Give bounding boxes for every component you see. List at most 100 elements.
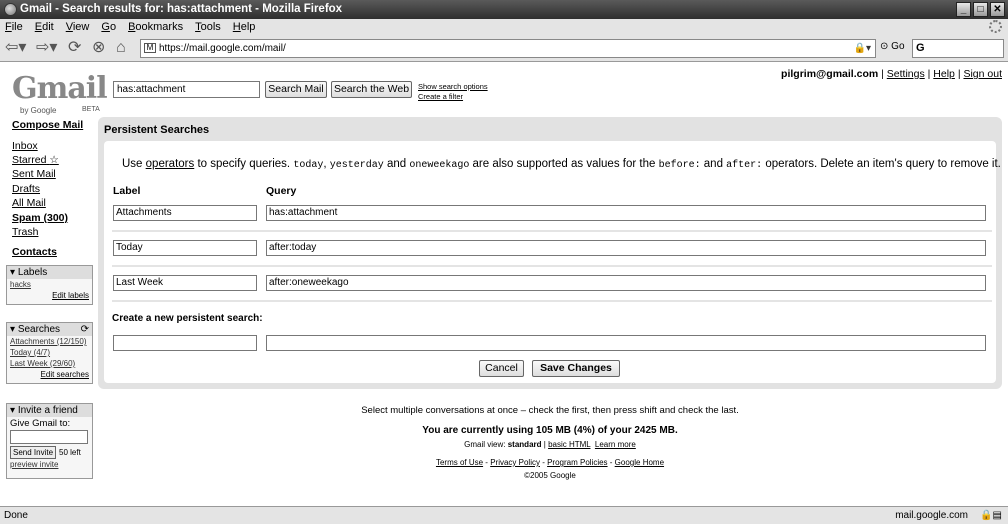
copyright: ©2005 Google: [524, 471, 576, 480]
address-bar[interactable]: Mhttps://mail.google.com/mail/ 🔒▾: [140, 39, 876, 58]
query-field-2[interactable]: after:today: [266, 240, 986, 256]
label-field-2[interactable]: Today: [113, 240, 257, 256]
search-web-button[interactable]: Search the Web: [331, 81, 412, 98]
privacy-link[interactable]: Privacy Policy: [490, 458, 540, 467]
basic-html-link[interactable]: basic HTML: [548, 440, 590, 449]
terms-link[interactable]: Terms of Use: [436, 458, 483, 467]
window-title: Gmail - Search results for: has:attachme…: [20, 3, 343, 15]
starred-label: Starred: [12, 154, 47, 166]
sidebar-item-inbox[interactable]: Inbox: [12, 140, 38, 152]
view-standard: standard: [507, 440, 542, 449]
labels-box: ▾ Labels hacks Edit labels: [6, 265, 93, 305]
menu-edit[interactable]: Edit: [35, 19, 54, 35]
operators-link[interactable]: operators: [146, 158, 195, 170]
sidebar-item-drafts[interactable]: Drafts: [12, 183, 40, 195]
google-home-link[interactable]: Google Home: [615, 458, 664, 467]
send-invite-button[interactable]: Send Invite: [10, 446, 57, 459]
stop-icon[interactable]: ⊗: [92, 39, 105, 57]
label-item-hacks[interactable]: hacks: [7, 279, 92, 290]
status-text: Done: [4, 510, 28, 521]
help-code: after:: [726, 160, 763, 171]
help-text: Use operators to specify queries. today,…: [122, 158, 1001, 171]
search-item-today[interactable]: Today (4/7): [7, 347, 92, 358]
contacts-link[interactable]: Contacts: [12, 246, 57, 258]
web-search-value: G: [916, 42, 925, 54]
help-link[interactable]: Help: [933, 68, 955, 80]
search-options-links: Show search options Create a filter: [418, 82, 488, 102]
row-divider: [112, 300, 992, 302]
help-code: before:: [658, 160, 701, 171]
label-column-header: Label: [113, 185, 141, 197]
new-label-field[interactable]: [113, 335, 257, 351]
edit-searches-link[interactable]: Edit searches: [7, 369, 92, 381]
refresh-icon[interactable]: ⟳: [81, 323, 92, 336]
searches-box: ▾ Searches ⟳ Attachments (12/150) Today (…: [6, 322, 93, 384]
sidebar-item-all-mail[interactable]: All Mail: [12, 197, 46, 209]
status-bar: Done mail.google.com 🔒▤: [0, 506, 1008, 524]
firefox-icon: [4, 3, 17, 16]
close-button[interactable]: ✕: [990, 2, 1005, 17]
invite-email-input[interactable]: [10, 430, 88, 444]
preview-invite-link[interactable]: preview invite: [7, 459, 92, 470]
star-icon: ☆: [49, 154, 59, 166]
label-field-1[interactable]: Attachments: [113, 205, 257, 221]
menu-bookmarks[interactable]: Bookmarks: [128, 19, 183, 35]
go-button[interactable]: ⊙ Go: [880, 41, 905, 52]
logo-text: Gmail: [12, 71, 108, 106]
new-search-title: Create a new persistent search:: [112, 313, 263, 324]
footer-links: Terms of Use - Privacy Policy - Program …: [435, 458, 665, 467]
help-part: Use: [122, 158, 146, 170]
menu-view[interactable]: View: [66, 19, 90, 35]
back-arrow-icon[interactable]: ⇦▾: [5, 39, 26, 57]
lock-icon: 🔒▾: [853, 43, 871, 54]
labels-title: Labels: [17, 267, 48, 278]
sidebar-item-sent[interactable]: Sent Mail: [12, 168, 56, 180]
program-policies-link[interactable]: Program Policies: [547, 458, 607, 467]
sidebar-item-trash[interactable]: Trash: [12, 226, 38, 238]
web-search-field[interactable]: G: [912, 39, 1004, 58]
compose-mail-link[interactable]: Compose Mail: [12, 119, 83, 131]
minimize-button[interactable]: _: [956, 2, 971, 17]
persistent-searches-panel: Persistent Searches Use operators to spe…: [98, 117, 1002, 389]
footer-tip: Select multiple conversations at once – …: [361, 405, 739, 416]
labels-header[interactable]: ▾ Labels: [7, 266, 92, 279]
home-icon[interactable]: ⌂: [116, 39, 126, 57]
search-item-last-week[interactable]: Last Week (29/60): [7, 358, 92, 369]
edit-labels-link[interactable]: Edit labels: [7, 290, 92, 302]
url-text: https://mail.google.com/mail/: [159, 43, 286, 54]
sidebar-item-starred[interactable]: Starred ☆: [12, 154, 59, 166]
query-column-header: Query: [266, 185, 297, 197]
search-mail-button[interactable]: Search Mail: [265, 81, 327, 98]
gmail-favicon-icon: M: [144, 43, 156, 53]
collapse-triangle-icon: ▾: [10, 405, 16, 416]
menu-help[interactable]: Help: [233, 19, 256, 35]
reload-icon[interactable]: ⟳: [68, 39, 81, 57]
query-field-3[interactable]: after:oneweekago: [266, 275, 986, 291]
help-part: are also supported as values for the: [469, 158, 659, 170]
label-field-3[interactable]: Last Week: [113, 275, 257, 291]
sign-out-link[interactable]: Sign out: [963, 68, 1002, 80]
logo-by-google: by Google: [20, 106, 57, 115]
maximize-button[interactable]: □: [973, 2, 988, 17]
menu-go[interactable]: Go: [101, 19, 116, 35]
settings-link[interactable]: Settings: [887, 68, 925, 80]
menu-bar: File Edit View Go Bookmarks Tools Help: [0, 19, 1008, 35]
invite-header[interactable]: ▾ Invite a friend: [7, 404, 92, 417]
searches-header[interactable]: ▾ Searches ⟳: [7, 323, 92, 336]
forward-arrow-icon[interactable]: ⇨▾: [36, 39, 57, 57]
cancel-button[interactable]: Cancel: [479, 360, 524, 377]
sidebar-item-spam[interactable]: Spam (300): [12, 212, 68, 224]
show-search-options-link[interactable]: Show search options: [418, 82, 488, 92]
save-changes-button[interactable]: Save Changes: [532, 360, 620, 377]
invite-prompt: Give Gmail to:: [10, 418, 71, 429]
menu-tools[interactable]: Tools: [195, 19, 221, 35]
search-item-attachments[interactable]: Attachments (12/150): [7, 336, 92, 347]
learn-more-link[interactable]: Learn more: [595, 440, 636, 449]
help-code: yesterday: [329, 160, 384, 171]
mail-search-input[interactable]: has:attachment: [113, 81, 260, 98]
menu-file[interactable]: File: [5, 19, 23, 35]
query-field-1[interactable]: has:attachment: [266, 205, 986, 221]
create-filter-link[interactable]: Create a filter: [418, 92, 488, 102]
help-part: and: [383, 158, 410, 170]
new-query-field[interactable]: [266, 335, 986, 351]
